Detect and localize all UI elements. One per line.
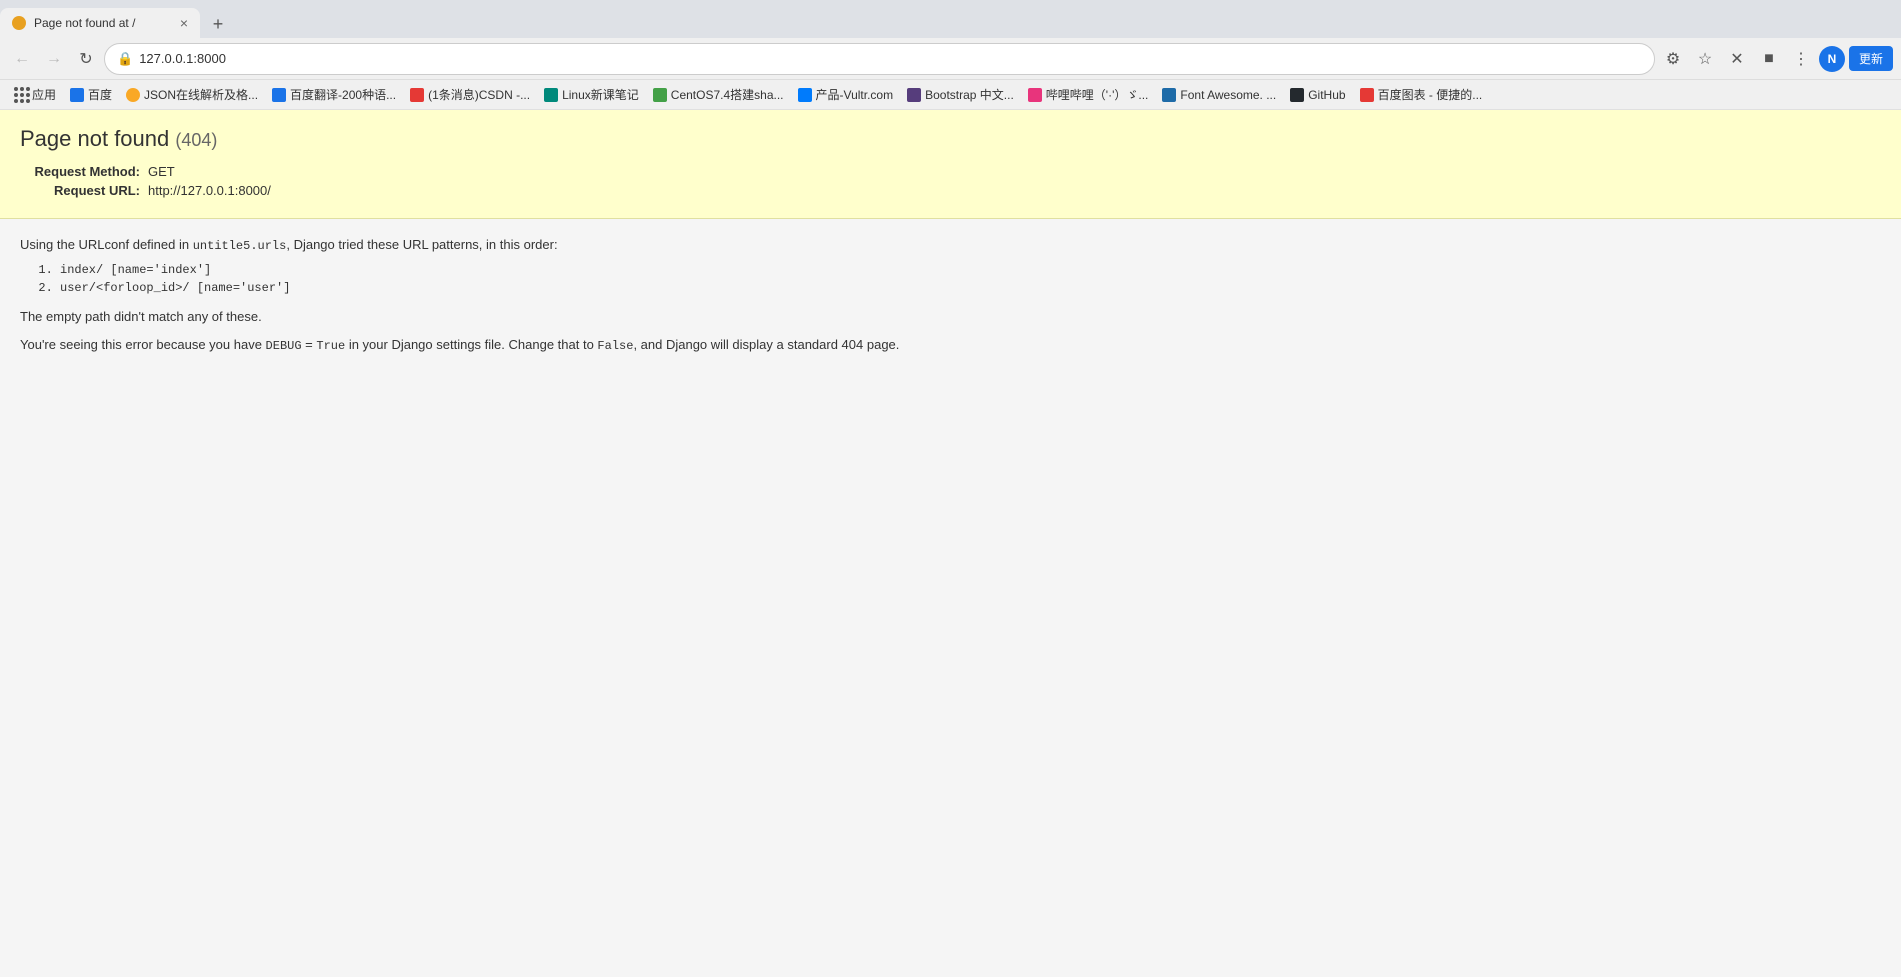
empty-path-message: The empty path didn't match any of these…	[20, 307, 1881, 327]
request-method-value: GET	[148, 164, 175, 179]
url-patterns-list: index/ [name='index'] user/<forloop_id>/…	[60, 263, 1881, 295]
bookmarks-bar: 应用 百度 JSON在线解析及格... 百度翻译-200种语... (1条消息)…	[0, 80, 1901, 110]
address-text: 127.0.0.1:8000	[139, 51, 1642, 66]
menu-dots-button[interactable]: ⋮	[1787, 45, 1815, 73]
csdn-favicon	[410, 88, 424, 102]
x-icon: ✕	[1730, 49, 1743, 69]
bookmark-csdn[interactable]: (1条消息)CSDN -...	[404, 84, 536, 105]
tab-title: Page not found at /	[34, 16, 172, 30]
centos-favicon	[653, 88, 667, 102]
bookmark-baidumap[interactable]: 百度图表 - 便捷的...	[1354, 84, 1489, 105]
bookmark-linux[interactable]: Linux新课笔记	[538, 84, 645, 105]
bookmark-centos-label: CentOS7.4搭建sha...	[671, 86, 784, 103]
bookmark-bilibili-label: 哔哩哔哩（'·'）ゞ...	[1046, 86, 1149, 103]
user-initial: N	[1828, 52, 1837, 66]
apps-grid-icon	[14, 87, 30, 103]
bookmark-json-label: JSON在线解析及格...	[144, 86, 258, 103]
three-dots-icon: ⋮	[1793, 49, 1809, 69]
puzzle-icon: ⚙	[1666, 49, 1680, 69]
extensions-button[interactable]: ⚙	[1659, 45, 1687, 73]
urlconf-mid-text: , Django tried these URL patterns, in th…	[286, 237, 557, 252]
github-favicon	[1290, 88, 1304, 102]
linux-favicon	[544, 88, 558, 102]
bookmark-csdn-label: (1条消息)CSDN -...	[428, 86, 530, 103]
debug-mid: in your Django settings file. Change tha…	[345, 337, 597, 352]
vultr-favicon	[798, 88, 812, 102]
json-favicon	[126, 88, 140, 102]
bookmark-baidu[interactable]: 百度	[64, 84, 118, 105]
bookmark-vultr[interactable]: 产品-Vultr.com	[792, 84, 900, 105]
bookmark-bootstrap[interactable]: Bootstrap 中文...	[901, 84, 1020, 105]
bookmark-button[interactable]: ☆	[1691, 45, 1719, 73]
update-button[interactable]: 更新	[1849, 46, 1893, 71]
page-content: Page not found (404) Request Method: GET…	[0, 110, 1901, 977]
debug-note-pre: You're seeing this error because you hav…	[20, 337, 266, 352]
url-pattern-1: index/ [name='index']	[60, 263, 1881, 277]
request-url-label: Request URL:	[20, 183, 140, 198]
close-extension-button[interactable]: ✕	[1723, 45, 1751, 73]
user-avatar[interactable]: N	[1819, 46, 1845, 72]
refresh-button[interactable]: ↻	[72, 45, 100, 73]
new-tab-button[interactable]: +	[204, 10, 232, 38]
bilibili-favicon	[1028, 88, 1042, 102]
baidu-favicon	[70, 88, 84, 102]
active-tab[interactable]: Page not found at / ×	[0, 8, 200, 38]
bookmark-linux-label: Linux新课笔记	[562, 86, 639, 103]
apps-label: 应用	[32, 86, 56, 103]
bookmark-bootstrap-label: Bootstrap 中文...	[925, 86, 1014, 103]
tab-favicon	[12, 16, 26, 30]
error-header: Page not found (404) Request Method: GET…	[0, 110, 1901, 219]
back-button[interactable]: ←	[8, 45, 36, 73]
extensions-icon: ■	[1764, 50, 1774, 68]
bookmark-github[interactable]: GitHub	[1284, 86, 1351, 104]
debug-value: True	[316, 339, 345, 353]
urlconf-intro-text: Using the URLconf defined in	[20, 237, 193, 252]
address-bar[interactable]: 🔒 127.0.0.1:8000	[104, 43, 1655, 75]
star-icon: ☆	[1698, 49, 1712, 69]
extensions-panel-button[interactable]: ■	[1755, 45, 1783, 73]
bookmark-baidu-label: 百度	[88, 86, 112, 103]
page-title: Page not found (404)	[20, 126, 1881, 152]
nav-right-controls: ⚙ ☆ ✕ ■ ⋮ N 更新	[1659, 45, 1893, 73]
request-method-label: Request Method:	[20, 164, 140, 179]
tab-bar: Page not found at / × +	[0, 0, 1901, 38]
debug-false: False	[597, 339, 633, 353]
bookmark-bilibili[interactable]: 哔哩哔哩（'·'）ゞ...	[1022, 84, 1155, 105]
forward-button[interactable]: →	[40, 45, 68, 73]
baidumap-favicon	[1360, 88, 1374, 102]
request-url-row: Request URL: http://127.0.0.1:8000/	[20, 183, 1881, 198]
request-url-value: http://127.0.0.1:8000/	[148, 183, 271, 198]
bootstrap-favicon	[907, 88, 921, 102]
page-title-text: Page not found	[20, 126, 169, 151]
status-code: (404)	[175, 130, 217, 150]
tab-close-button[interactable]: ×	[180, 16, 188, 30]
forward-icon: →	[46, 50, 62, 68]
bookmark-github-label: GitHub	[1308, 88, 1345, 102]
bookmark-centos[interactable]: CentOS7.4搭建sha...	[647, 84, 790, 105]
back-icon: ←	[14, 50, 30, 68]
debug-note: You're seeing this error because you hav…	[20, 335, 1881, 355]
lock-icon: 🔒	[117, 51, 133, 67]
urlconf-description: Using the URLconf defined in untitle5.ur…	[20, 235, 1881, 255]
debug-post: , and Django will display a standard 404…	[633, 337, 899, 352]
urlconf-name: untitle5.urls	[193, 239, 287, 253]
bookmark-json[interactable]: JSON在线解析及格...	[120, 84, 264, 105]
debug-eq: =	[302, 337, 317, 352]
bookmark-baidumap-label: 百度图表 - 便捷的...	[1378, 86, 1483, 103]
refresh-icon: ↻	[79, 49, 92, 69]
apps-button[interactable]: 应用	[8, 84, 62, 105]
bookmark-fanyi-label: 百度翻译-200种语...	[290, 86, 396, 103]
bookmark-vultr-label: 产品-Vultr.com	[816, 86, 894, 103]
bookmark-fontawesome-label: Font Awesome. ...	[1180, 88, 1276, 102]
error-body: Using the URLconf defined in untitle5.ur…	[0, 219, 1901, 379]
fanyi-favicon	[272, 88, 286, 102]
fontawesome-favicon	[1162, 88, 1176, 102]
url-pattern-2: user/<forloop_id>/ [name='user']	[60, 281, 1881, 295]
request-method-row: Request Method: GET	[20, 164, 1881, 179]
bookmark-fontawesome[interactable]: Font Awesome. ...	[1156, 86, 1282, 104]
browser-chrome: Page not found at / × + ← → ↻ 🔒 127.0.0.…	[0, 0, 1901, 110]
bookmark-fanyi[interactable]: 百度翻译-200种语...	[266, 84, 402, 105]
debug-setting: DEBUG	[266, 339, 302, 353]
navigation-bar: ← → ↻ 🔒 127.0.0.1:8000 ⚙ ☆ ✕ ■ ⋮	[0, 38, 1901, 80]
